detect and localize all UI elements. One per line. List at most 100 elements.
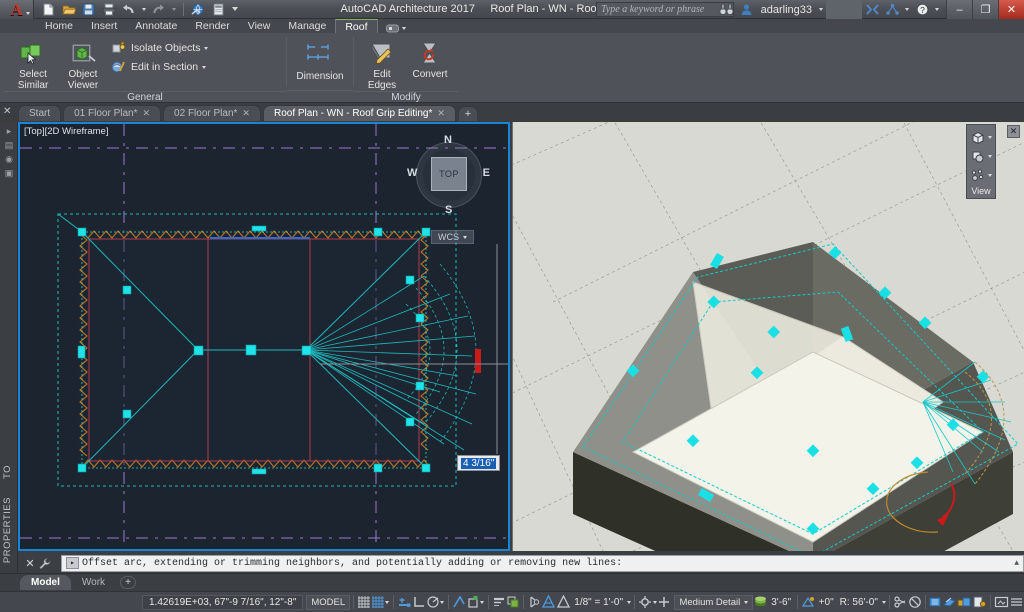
elevation-icon[interactable] <box>801 594 816 611</box>
user-dropdown-icon[interactable] <box>816 0 826 19</box>
no-restriction-icon[interactable] <box>908 594 922 611</box>
share-icon[interactable] <box>882 0 902 19</box>
chevron-up-icon[interactable]: ▲ <box>1014 559 1019 568</box>
wrench-icon[interactable] <box>38 557 51 570</box>
osnap-dropdown-icon[interactable] <box>480 594 485 611</box>
3d-object-snap-icon[interactable] <box>541 594 556 611</box>
tab-home[interactable]: Home <box>36 19 82 33</box>
command-input-field[interactable]: ▸ Offset arc, extending or trimming neig… <box>61 554 1024 572</box>
snap-dropdown-icon[interactable] <box>385 594 390 611</box>
object-snap-tracking-icon[interactable] <box>452 594 466 611</box>
object-viewer-button[interactable]: Object Viewer <box>60 36 106 91</box>
close-button[interactable]: ✕ <box>998 0 1024 19</box>
share-dropdown-icon[interactable] <box>902 0 912 19</box>
chevron-down-icon[interactable] <box>202 65 207 69</box>
wcs-selector[interactable]: WCS <box>431 230 474 244</box>
search-binoculars-icon[interactable] <box>717 0 737 19</box>
workspace-switch-icon[interactable] <box>942 594 957 611</box>
elevation-offset-value[interactable]: +0" <box>816 597 837 608</box>
chevron-down-icon[interactable] <box>987 136 992 139</box>
customization-icon[interactable] <box>1009 594 1024 611</box>
user-avatar-icon[interactable] <box>737 0 757 19</box>
dynamic-ucs-icon[interactable] <box>556 594 571 611</box>
new-icon[interactable] <box>39 1 58 18</box>
polar-dropdown-icon[interactable] <box>440 594 445 611</box>
object-snap-icon[interactable] <box>466 594 480 611</box>
viewport-3d[interactable]: ✕ View <box>512 122 1024 551</box>
render-icon[interactable] <box>189 1 208 18</box>
tool-rail-label[interactable]: TO <box>2 465 13 479</box>
project-navigator-icon[interactable] <box>209 1 228 18</box>
tab-annotate[interactable]: Annotate <box>126 19 186 33</box>
user-name[interactable]: adarling33 <box>757 4 816 16</box>
workspace-settings-icon[interactable] <box>957 594 972 611</box>
select-similar-button[interactable]: Select Similar <box>10 36 56 91</box>
save-icon[interactable] <box>79 1 98 18</box>
drawing-utilities-icon[interactable] <box>972 594 987 611</box>
isolate-objects-status-icon[interactable] <box>893 594 908 611</box>
annotation-scale-value[interactable]: 1/8" = 1'-0" <box>571 597 626 608</box>
tab-manage[interactable]: Manage <box>279 19 335 33</box>
snap-mode-icon[interactable] <box>371 594 385 611</box>
doc-tab-01-floor-plan[interactable]: 01 Floor Plan* ✕ <box>63 105 162 121</box>
grid-display-icon[interactable] <box>357 594 371 611</box>
rotation-dropdown-icon[interactable] <box>881 594 886 611</box>
autoscale-icon[interactable] <box>657 594 671 611</box>
new-layout-button[interactable]: + <box>120 576 137 589</box>
close-icon[interactable]: ✕ <box>143 108 151 119</box>
infer-constraints-icon[interactable] <box>397 594 412 611</box>
viewcube-north-label[interactable]: N <box>444 134 452 146</box>
layer-visibility-button[interactable] <box>966 147 996 166</box>
selection-cycling-icon[interactable] <box>526 594 541 611</box>
visual-style-button[interactable] <box>966 128 996 147</box>
viewport-3d-close-button[interactable]: ✕ <box>1007 125 1020 138</box>
doc-tab-02-floor-plan[interactable]: 02 Floor Plan* ✕ <box>163 105 261 121</box>
viewcube-top-face[interactable]: TOP <box>431 157 467 191</box>
tab-render[interactable]: Render <box>186 19 238 33</box>
lineweight-icon[interactable] <box>492 594 506 611</box>
viewcube-east-label[interactable]: E <box>483 167 490 179</box>
redo-dropdown-icon[interactable] <box>169 1 178 18</box>
properties-pin-icon[interactable]: ◉ <box>0 152 18 166</box>
convert-button[interactable]: Convert <box>408 36 452 80</box>
tab-view[interactable]: View <box>239 19 280 33</box>
close-all-tabs-icon[interactable]: ✕ <box>3 106 11 117</box>
transparency-icon[interactable] <box>506 594 520 611</box>
model-space-indicator[interactable]: MODEL <box>306 594 351 610</box>
doc-tab-roof-plan[interactable]: Roof Plan - WN - Roof Grip Editing* ✕ <box>262 105 456 121</box>
scale-dropdown-icon[interactable] <box>626 594 631 611</box>
help-dropdown-icon[interactable] <box>932 0 942 19</box>
search-box[interactable] <box>596 2 734 17</box>
close-icon[interactable]: ✕ <box>242 108 250 119</box>
isolate-objects-button[interactable]: Isolate Objects <box>110 40 209 56</box>
doc-tab-start[interactable]: Start <box>18 105 62 121</box>
search-input[interactable] <box>601 4 733 15</box>
properties-rail-label[interactable]: PROPERTIES <box>2 497 13 563</box>
ortho-mode-icon[interactable] <box>412 594 426 611</box>
new-document-tab-button[interactable]: + <box>457 106 478 121</box>
chevron-down-icon[interactable] <box>987 155 992 158</box>
edit-in-section-button[interactable]: Edit in Section <box>110 59 208 75</box>
ribbon-overflow-group[interactable] <box>378 24 414 33</box>
qat-customize-icon[interactable] <box>229 1 240 18</box>
dimension-button[interactable]: Dimension <box>293 36 347 82</box>
annotation-visibility-icon[interactable] <box>638 594 652 611</box>
polar-tracking-icon[interactable] <box>426 594 440 611</box>
open-icon[interactable] <box>59 1 78 18</box>
clean-screen-icon[interactable] <box>994 594 1009 611</box>
layout-tab-model[interactable]: Model <box>20 575 71 590</box>
cut-plane-icon[interactable] <box>753 594 768 611</box>
close-icon[interactable]: ✕ <box>25 557 34 570</box>
layout-tab-work[interactable]: Work <box>71 575 116 590</box>
viewcube-south-label[interactable]: S <box>445 204 452 216</box>
viewcube-west-label[interactable]: W <box>407 167 417 179</box>
rotation-value[interactable]: R: 56'-0" <box>837 597 881 608</box>
undo-icon[interactable] <box>119 1 138 18</box>
plot-icon[interactable] <box>99 1 118 18</box>
redo-icon[interactable] <box>149 1 168 18</box>
restore-button[interactable]: ❐ <box>972 0 998 19</box>
chevron-down-icon[interactable] <box>987 174 992 177</box>
close-icon[interactable]: ✕ <box>437 108 445 119</box>
help-icon[interactable]: ? <box>912 0 932 19</box>
cut-plane-height-value[interactable]: 3'-6" <box>768 597 794 608</box>
